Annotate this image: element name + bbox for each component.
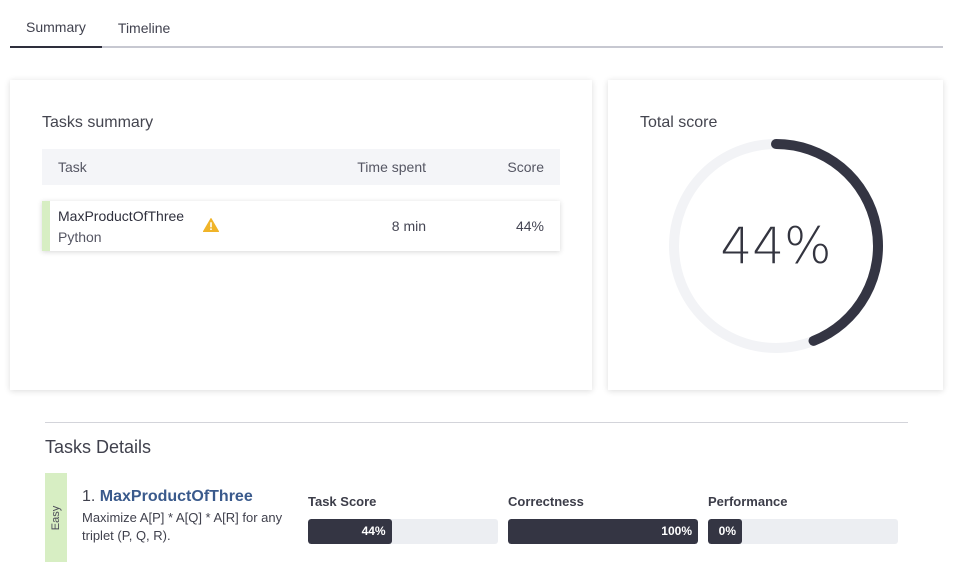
detail-task-description: Maximize A[P] * A[Q] * A[R] for any trip… bbox=[82, 510, 283, 543]
progress-value: 100% bbox=[661, 524, 692, 538]
column-task-header: Task bbox=[58, 159, 87, 175]
metric-label: Performance bbox=[708, 494, 788, 509]
total-score-title: Total score bbox=[640, 114, 718, 131]
tasks-summary-card: Tasks summary Task Time spent Score MaxP… bbox=[10, 80, 592, 390]
task-time-spent: 8 min bbox=[391, 218, 426, 234]
metric-task-score: Task Score 44% bbox=[308, 494, 498, 544]
tab-summary[interactable]: Summary bbox=[10, 8, 102, 48]
metric-performance: Performance 0% bbox=[708, 494, 898, 544]
metric-label: Correctness bbox=[508, 494, 584, 509]
difficulty-badge: Easy bbox=[45, 473, 67, 562]
tasks-details-title: Tasks Details bbox=[45, 437, 152, 457]
progress-value: 44% bbox=[361, 524, 386, 538]
task-language: Python bbox=[58, 229, 102, 245]
progress-bar: 100% bbox=[508, 519, 698, 544]
detail-task-index: 1. bbox=[82, 488, 96, 505]
section-divider bbox=[45, 422, 908, 423]
difficulty-label: Easy bbox=[50, 505, 62, 530]
tab-bar: Summary Timeline bbox=[10, 8, 943, 48]
tasks-summary-title: Tasks summary bbox=[42, 114, 154, 131]
tab-timeline[interactable]: Timeline bbox=[102, 8, 186, 48]
progress-bar: 0% bbox=[708, 519, 898, 544]
column-score-header: Score bbox=[507, 159, 544, 175]
warning-icon bbox=[203, 218, 219, 232]
detail-task-link[interactable]: MaxProductOfThree bbox=[100, 488, 253, 505]
progress-bar: 44% bbox=[308, 519, 498, 544]
summary-table-header: Task Time spent Score bbox=[42, 149, 560, 185]
table-row[interactable]: MaxProductOfThree Python 8 min 44% bbox=[42, 201, 560, 251]
total-score-card: Total score 44% bbox=[608, 80, 943, 390]
metric-label: Task Score bbox=[308, 494, 377, 509]
column-time-header: Time spent bbox=[357, 159, 426, 175]
metric-correctness: Correctness 100% bbox=[508, 494, 698, 544]
task-name: MaxProductOfThree bbox=[58, 208, 185, 224]
task-score: 44% bbox=[515, 218, 544, 234]
detail-task-heading: 1. MaxProductOfThree bbox=[82, 488, 253, 506]
progress-value: 0% bbox=[718, 524, 736, 538]
total-score-value: 44% bbox=[720, 217, 832, 275]
